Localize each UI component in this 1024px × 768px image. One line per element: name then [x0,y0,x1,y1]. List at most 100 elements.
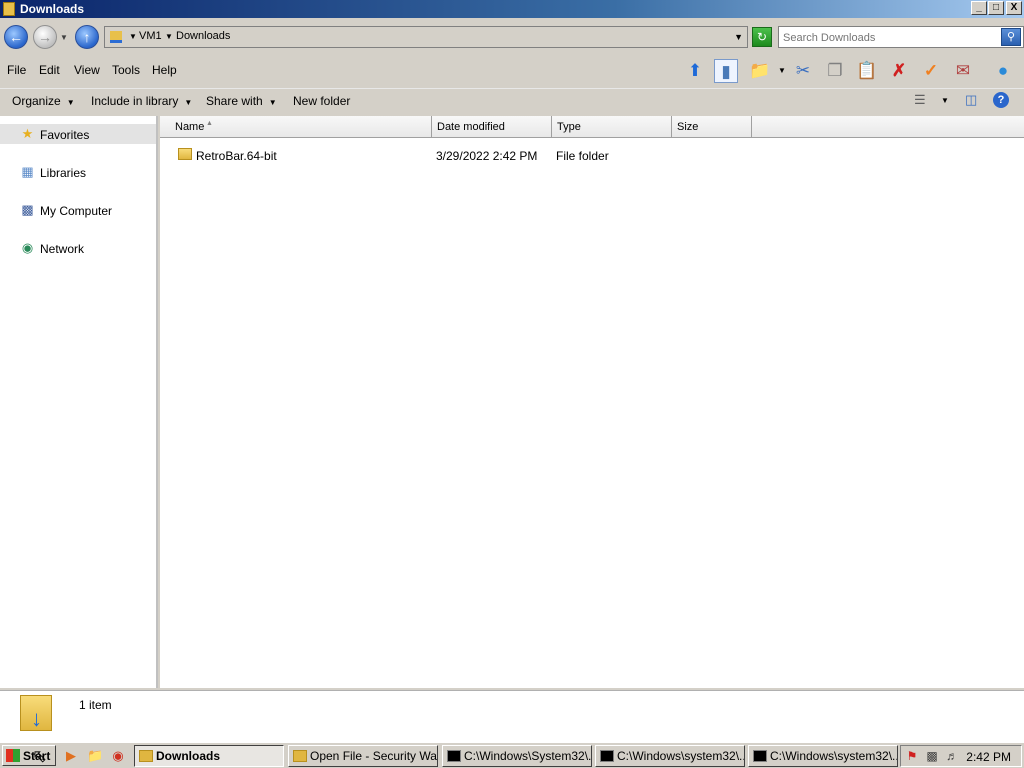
cut-icon[interactable]: ✂ [791,59,815,83]
share-with-button[interactable]: Share with ▼ [206,94,277,108]
nav-item-favorites[interactable]: ★ Favorites [0,124,156,144]
breadcrumb-downloads[interactable]: Downloads [176,30,230,42]
menu-file[interactable]: File [7,63,26,77]
task-cmd-2[interactable]: C:\Windows\system32\... [595,745,745,767]
column-header-label: Name [175,121,205,133]
table-row[interactable]: RetroBar.64-bit 3/29/2022 2:42 PM File f… [176,146,776,166]
task-label: C:\Windows\system32\... [770,749,898,763]
menu-help[interactable]: Help [152,63,177,77]
task-label: C:\Windows\System32\... [464,749,592,763]
menu-view[interactable]: View [74,63,100,77]
address-dropdown-icon[interactable]: ▼ [734,32,743,42]
nav-item-libraries[interactable]: ▦ Libraries [0,162,156,182]
task-cmd-1[interactable]: C:\Windows\System32\... [442,745,592,767]
clock[interactable]: 2:42 PM [966,750,1011,764]
file-name: RetroBar.64-bit [196,149,277,163]
title-bar[interactable]: Downloads _ □ X [0,0,1024,18]
task-downloads[interactable]: Downloads [134,745,284,767]
share-with-label: Share with [206,94,263,108]
downloads-folder-icon: ↓ [20,695,52,731]
nav-item-label: Network [40,242,85,256]
file-list[interactable]: Name ▲ Date modified Type Size RetroBar.… [160,116,1024,688]
search-icon[interactable]: ⚲ [1001,28,1021,46]
explorer-icon[interactable]: 📁 [87,748,103,764]
preview-pane-icon[interactable]: ▮ [714,59,738,83]
column-header-label: Type [557,121,581,133]
nav-item-label: Favorites [40,128,90,142]
chevron-down-icon[interactable]: ▼ [165,32,173,41]
checkmark-icon[interactable]: ✓ [919,59,943,83]
back-button[interactable]: ← [4,25,28,49]
item-count: 1 item [79,698,112,712]
recent-pages-dropdown-icon[interactable]: ▼ [60,33,68,42]
up-arrow-icon[interactable]: ⬆ [683,59,707,83]
chevron-down-icon[interactable]: ▼ [941,96,949,105]
view-options-icon[interactable]: ☰ [914,92,926,108]
windows-logo-icon [6,749,20,762]
close-button[interactable]: X [1006,1,1022,15]
column-header-size[interactable]: Size [672,116,752,138]
libraries-icon: ▦ [21,164,34,179]
paste-icon[interactable]: 📋 [855,59,879,83]
email-icon[interactable]: ✉ [951,59,975,83]
organize-button[interactable]: Organize ▼ [12,94,75,108]
file-type: File folder [556,149,609,163]
network-status-icon[interactable]: ▩ [925,749,939,763]
toolbar-icons: ⬆ ▮ 📁 ▼ ✂ ❐ 📋 ✗ ✓ ✉ ● [682,56,1024,86]
cmd-icon [447,750,461,762]
column-header-name[interactable]: Name ▲ [160,116,432,138]
cmd-icon [600,750,614,762]
mouse-cursor-icon: ⬁ [32,746,48,766]
window-title: Downloads [20,2,85,16]
maximize-button[interactable]: □ [988,1,1004,15]
globe-icon[interactable]: ● [991,59,1015,83]
help-icon[interactable]: ? [993,92,1009,108]
star-icon: ★ [21,126,34,141]
menu-edit[interactable]: Edit [39,63,60,77]
column-header-type[interactable]: Type [552,116,672,138]
menu-tools[interactable]: Tools [112,63,140,77]
nav-item-network[interactable]: ◉ Network [0,238,156,258]
refresh-button[interactable]: ↻ [752,27,772,47]
search-input[interactable] [783,30,995,45]
include-in-library-label: Include in library [91,94,179,108]
chevron-down-icon: ▼ [268,98,277,107]
browser-icon[interactable]: ◉ [110,748,126,764]
minimize-button[interactable]: _ [971,1,987,15]
copy-icon[interactable]: ❐ [823,59,847,83]
security-alert-icon[interactable]: ⚑ [905,749,919,763]
delete-icon[interactable]: ✗ [887,59,911,83]
volume-icon[interactable]: ♬ [945,749,959,763]
nav-item-my-computer[interactable]: ▩ My Computer [0,200,156,220]
task-label: Downloads [156,749,221,763]
organize-label: Organize [12,94,61,108]
chevron-down-icon: ▼ [66,98,75,107]
column-header-filler [752,116,1024,138]
breadcrumb-vm1[interactable]: VM1 [139,30,162,42]
menu-bar: File Edit View Tools Help [0,58,680,82]
navigation-pane: ★ Favorites ▦ Libraries ▩ My Computer ◉ … [0,116,158,688]
nav-item-label: My Computer [40,204,113,218]
search-box[interactable]: ⚲ [778,26,1024,48]
details-pane: ↓ 1 item [0,690,1024,742]
folder-icon [139,750,153,762]
task-cmd-3[interactable]: C:\Windows\system32\... [748,745,898,767]
computer-icon: ▩ [21,202,34,217]
file-date: 3/29/2022 2:42 PM [436,149,538,163]
folder-options-icon[interactable]: 📁 [748,59,772,83]
up-button[interactable]: ↑ [75,25,99,49]
cmd-icon [753,750,767,762]
preview-pane-toggle-icon[interactable]: ◫ [965,92,977,108]
command-bar: Organize ▼ Include in library ▼ Share with… [0,88,1024,112]
address-bar[interactable]: ▼ VM1 ▼ Downloads ▼ [104,26,748,48]
media-player-icon[interactable]: ▶ [63,748,79,764]
chevron-down-icon: ▼ [184,98,193,107]
new-folder-button[interactable]: New folder [293,94,350,108]
column-header-date-modified[interactable]: Date modified [432,116,552,138]
taskbar: Start ▶ 📁 ◉ Downloads Open File - Securi… [0,742,1024,768]
task-open-file-security-warning[interactable]: Open File - Security Wa... [288,745,438,767]
include-in-library-button[interactable]: Include in library ▼ [91,94,192,108]
chevron-down-icon[interactable]: ▼ [129,32,137,41]
forward-button[interactable]: → [33,25,57,49]
start-button[interactable]: Start [2,745,56,766]
